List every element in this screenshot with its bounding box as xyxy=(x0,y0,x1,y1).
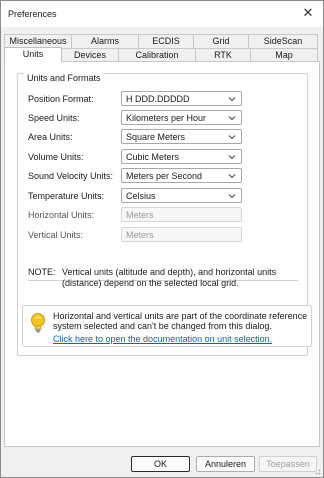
tab-units[interactable]: Units xyxy=(4,47,62,62)
speed-units-select[interactable]: Kilometers per Hour xyxy=(121,110,242,125)
horizontal-units-field: Meters xyxy=(121,207,242,222)
chevron-down-icon xyxy=(228,97,236,102)
area-units-label: Area Units: xyxy=(28,132,73,142)
title-bar: Preferences ✕ xyxy=(1,1,323,27)
tab-miscellaneous[interactable]: Miscellaneous xyxy=(4,34,72,48)
note-text: Vertical units (altitude and depth), and… xyxy=(62,267,277,288)
volume-units-value: Cubic Meters xyxy=(126,152,180,162)
volume-units-select[interactable]: Cubic Meters xyxy=(121,149,242,164)
apply-button[interactable]: Toepassen xyxy=(259,456,317,472)
speed-units-value: Kilometers per Hour xyxy=(126,113,207,123)
tab-rtk[interactable]: RTK xyxy=(195,48,251,62)
temperature-units-select[interactable]: Celsius xyxy=(121,188,242,203)
note-label: NOTE: xyxy=(28,267,56,277)
temperature-units-label: Temperature Units: xyxy=(28,191,105,201)
tab-sidescan[interactable]: SideScan xyxy=(248,34,318,48)
ok-button[interactable]: OK xyxy=(131,456,190,472)
cancel-button[interactable]: Annuleren xyxy=(196,456,255,472)
vertical-units-field: Meters xyxy=(121,227,242,242)
area-units-select[interactable]: Square Meters xyxy=(121,129,242,144)
tab-ecdis[interactable]: ECDIS xyxy=(138,34,194,48)
area-units-value: Square Meters xyxy=(126,132,186,142)
position-format-select[interactable]: H DDD.DDDDD xyxy=(121,91,242,106)
window-title: Preferences xyxy=(8,9,57,19)
volume-units-label: Volume Units: xyxy=(28,152,84,162)
position-format-label: Position Format: xyxy=(28,94,94,104)
horizontal-units-value: Meters xyxy=(126,210,154,220)
info-text: Horizontal and vertical units are part o… xyxy=(53,311,308,331)
tab-devices[interactable]: Devices xyxy=(61,48,119,62)
vertical-units-value: Meters xyxy=(126,230,154,240)
documentation-link[interactable]: Click here to open the documentation on … xyxy=(53,334,272,344)
resize-grip-icon[interactable] xyxy=(313,467,321,475)
sound-velocity-units-value: Meters per Second xyxy=(126,171,203,181)
tab-row-1: Miscellaneous Alarms ECDIS Grid SideScan xyxy=(4,34,318,48)
tab-calibration[interactable]: Calibration xyxy=(118,48,196,62)
close-icon[interactable]: ✕ xyxy=(301,6,315,20)
units-tab-panel: Units and Formats Position Format: H DDD… xyxy=(4,61,320,447)
chevron-down-icon xyxy=(228,116,236,121)
group-title: Units and Formats xyxy=(24,73,104,83)
preferences-dialog: Preferences ✕ Miscellaneous Alarms ECDIS… xyxy=(0,0,324,478)
sound-velocity-units-label: Sound Velocity Units: xyxy=(28,171,114,181)
chevron-down-icon xyxy=(228,174,236,179)
chevron-down-icon xyxy=(228,155,236,160)
chevron-down-icon xyxy=(228,194,236,199)
speed-units-label: Speed Units: xyxy=(28,113,80,123)
horizontal-units-label: Horizontal Units: xyxy=(28,210,95,220)
sound-velocity-units-select[interactable]: Meters per Second xyxy=(121,168,242,183)
tab-grid[interactable]: Grid xyxy=(193,34,249,48)
chevron-down-icon xyxy=(228,135,236,140)
tab-alarms[interactable]: Alarms xyxy=(71,34,139,48)
vertical-units-label: Vertical Units: xyxy=(28,230,84,240)
position-format-value: H DDD.DDDDD xyxy=(126,94,190,104)
temperature-units-value: Celsius xyxy=(126,191,156,201)
lightbulb-icon xyxy=(31,313,45,333)
info-box: Horizontal and vertical units are part o… xyxy=(22,305,312,347)
tab-map[interactable]: Map xyxy=(250,48,318,62)
tab-row-2: Units Devices Calibration RTK Map xyxy=(4,47,318,62)
